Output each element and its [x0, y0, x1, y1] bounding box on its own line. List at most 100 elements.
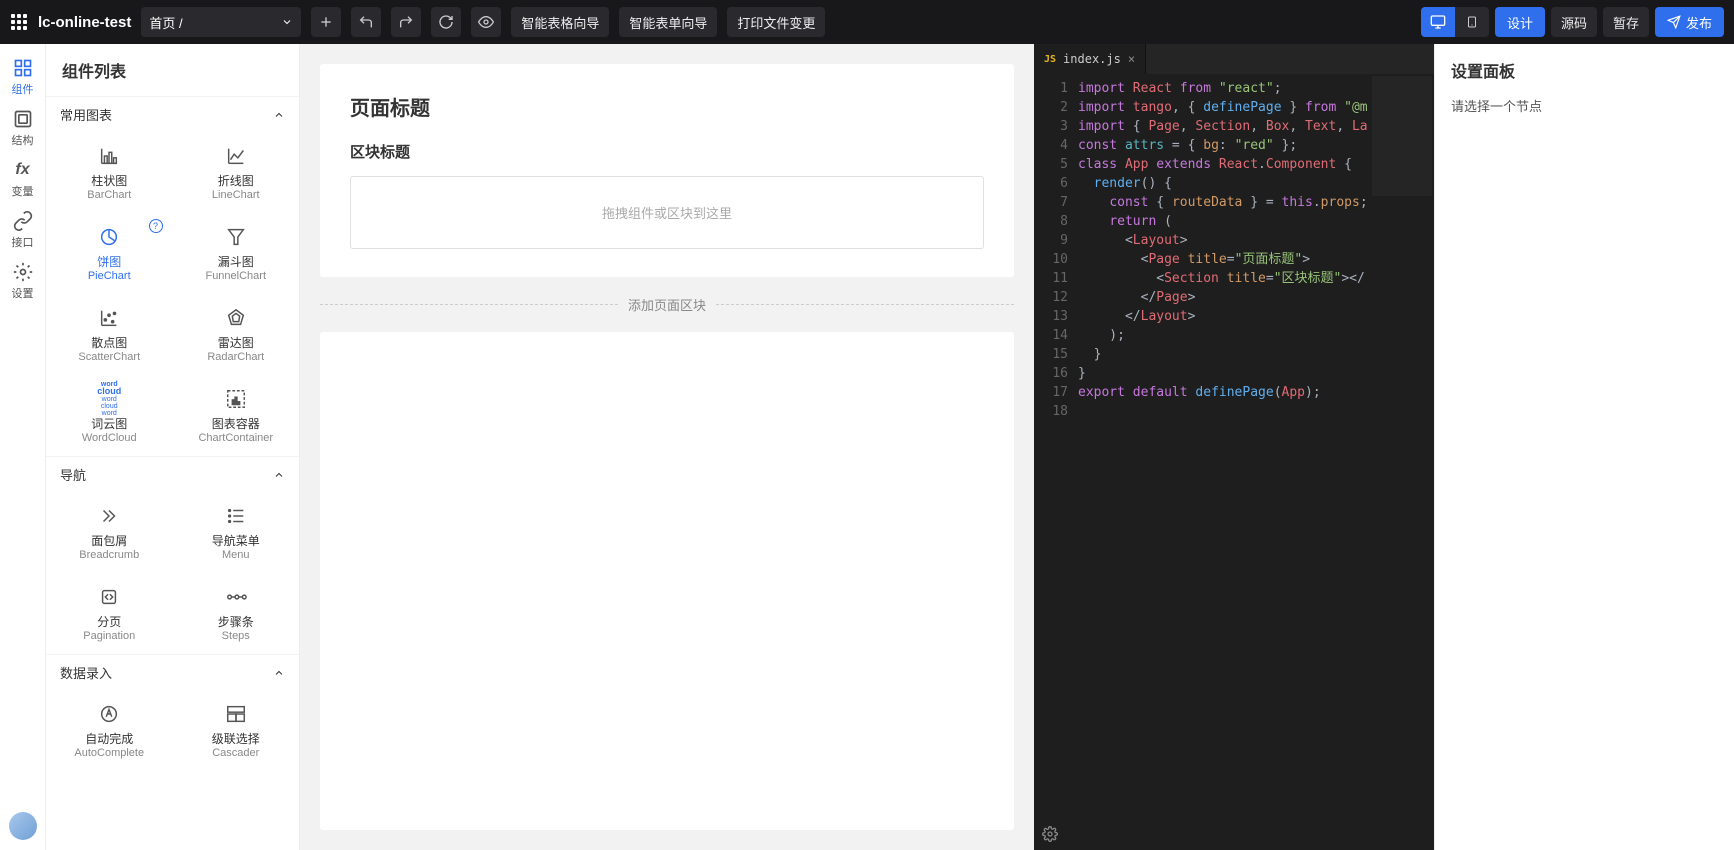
- add-button[interactable]: [311, 7, 341, 37]
- component-menu[interactable]: 导航菜单Menu: [173, 492, 300, 573]
- smart-table-wizard-button[interactable]: 智能表格向导: [511, 7, 609, 37]
- component-en-label: Steps: [222, 630, 250, 642]
- project-name: lc-online-test: [38, 14, 131, 31]
- component-cn-label: 饼图: [97, 253, 121, 270]
- publish-button[interactable]: 发布: [1655, 7, 1724, 37]
- autocomplete-icon: [95, 702, 123, 726]
- rail-item-settings[interactable]: 设置: [2, 256, 44, 307]
- rail-item-variables[interactable]: fx变量: [2, 154, 44, 205]
- user-avatar[interactable]: [9, 812, 37, 840]
- component-cn-label: 步骤条: [218, 613, 254, 630]
- component-en-label: FunnelChart: [205, 270, 266, 282]
- settings-icon: [13, 262, 33, 282]
- file-tab-index-js[interactable]: JS index.js ×: [1034, 44, 1146, 74]
- code-body[interactable]: 123456789101112131415161718 import React…: [1034, 74, 1434, 850]
- desktop-device-button[interactable]: [1421, 7, 1455, 37]
- component-cn-label: 图表容器: [212, 415, 260, 432]
- breadcrumb-select[interactable]: 首页 /: [141, 7, 301, 37]
- add-section-divider[interactable]: 添加页面区块: [320, 295, 1014, 314]
- section-title: 区块标题: [350, 141, 984, 162]
- components-icon: [13, 58, 33, 78]
- component-en-label: Pagination: [83, 630, 135, 642]
- component-en-label: ScatterChart: [78, 351, 140, 363]
- smart-form-wizard-button[interactable]: 智能表单向导: [619, 7, 717, 37]
- component-cn-label: 级联选择: [212, 730, 260, 747]
- scatter-icon: [95, 306, 123, 330]
- drop-zone[interactable]: 拖拽组件或区块到这里: [350, 176, 984, 249]
- chevron-up-icon: [273, 109, 285, 121]
- redo-button[interactable]: [391, 7, 421, 37]
- js-file-icon: JS: [1044, 54, 1056, 65]
- line-icon: [222, 144, 250, 168]
- component-en-label: AutoComplete: [74, 747, 144, 759]
- structure-icon: [13, 109, 33, 129]
- cascader-icon: [222, 702, 250, 726]
- undo-button[interactable]: [351, 7, 381, 37]
- group-name: 导航: [60, 465, 86, 484]
- component-linechart[interactable]: 折线图LineChart: [173, 132, 300, 213]
- rail-item-api[interactable]: 接口: [2, 205, 44, 256]
- group-name: 数据录入: [60, 663, 112, 682]
- file-tab-label: index.js: [1063, 52, 1121, 66]
- component-cn-label: 雷达图: [218, 334, 254, 351]
- group-name: 常用图表: [60, 105, 112, 124]
- add-section-label: 添加页面区块: [628, 295, 706, 314]
- canvas-empty-area[interactable]: [320, 332, 1014, 830]
- container-icon: [222, 387, 250, 411]
- component-cn-label: 导航菜单: [212, 532, 260, 549]
- group-header[interactable]: 常用图表: [46, 96, 299, 132]
- topbar: lc-online-test 首页 / 智能表格向导 智能表单向导 打印文件变更…: [0, 0, 1734, 44]
- rail-item-structure[interactable]: 结构: [2, 103, 44, 154]
- editor-settings-icon[interactable]: [1042, 826, 1058, 842]
- refresh-button[interactable]: [431, 7, 461, 37]
- radar-icon: [222, 306, 250, 330]
- chevron-up-icon: [273, 667, 285, 679]
- component-chartcontainer[interactable]: 图表容器ChartContainer: [173, 375, 300, 456]
- code-lines[interactable]: import React from "react";import tango, …: [1078, 74, 1368, 850]
- help-icon[interactable]: ?: [149, 219, 163, 233]
- component-barchart[interactable]: 柱状图BarChart: [46, 132, 173, 213]
- component-funnelchart[interactable]: 漏斗图FunnelChart: [173, 213, 300, 294]
- rail-item-components[interactable]: 组件: [2, 52, 44, 103]
- component-breadcrumb[interactable]: 面包屑Breadcrumb: [46, 492, 173, 573]
- close-icon[interactable]: ×: [1128, 52, 1135, 66]
- group-header[interactable]: 导航: [46, 456, 299, 492]
- component-wordcloud[interactable]: wordcloudword cloudword词云图WordCloud: [46, 375, 173, 456]
- rail-item-label: 设置: [12, 285, 34, 301]
- component-en-label: RadarChart: [207, 351, 264, 363]
- source-tab-button[interactable]: 源码: [1551, 7, 1597, 37]
- component-panel: 组件列表 常用图表柱状图BarChart折线图LineChart?饼图PieCh…: [46, 44, 300, 850]
- component-autocomplete[interactable]: 自动完成AutoComplete: [46, 690, 173, 771]
- publish-label: 发布: [1686, 13, 1712, 32]
- component-radarchart[interactable]: 雷达图RadarChart: [173, 294, 300, 375]
- component-en-label: Menu: [222, 549, 250, 561]
- editor-tab-bar: JS index.js ×: [1034, 44, 1434, 74]
- left-rail: 组件结构fx变量接口设置: [0, 44, 46, 850]
- component-cn-label: 分页: [97, 613, 121, 630]
- canvas-page[interactable]: 页面标题 区块标题 拖拽组件或区块到这里: [320, 64, 1014, 277]
- canvas-area[interactable]: 页面标题 区块标题 拖拽组件或区块到这里 添加页面区块: [300, 44, 1034, 850]
- wordcloud-icon: wordcloudword cloudword: [95, 387, 123, 411]
- component-scatterchart[interactable]: 散点图ScatterChart: [46, 294, 173, 375]
- chevron-up-icon: [273, 469, 285, 481]
- design-tab-button[interactable]: 设计: [1495, 7, 1545, 37]
- preview-button[interactable]: [471, 7, 501, 37]
- code-editor: JS index.js × 12345678910111213141516171…: [1034, 44, 1434, 850]
- variables-icon: fx: [13, 160, 33, 180]
- menu-icon: [222, 504, 250, 528]
- print-file-change-button[interactable]: 打印文件变更: [727, 7, 825, 37]
- component-cascader[interactable]: 级联选择Cascader: [173, 690, 300, 771]
- component-panel-title: 组件列表: [46, 44, 299, 96]
- component-cn-label: 折线图: [218, 172, 254, 189]
- draft-save-button[interactable]: 暂存: [1603, 7, 1649, 37]
- breadcrumb-label: 首页 /: [149, 13, 182, 32]
- component-cn-label: 散点图: [91, 334, 127, 351]
- steps-icon: [222, 585, 250, 609]
- component-pagination[interactable]: 分页Pagination: [46, 573, 173, 654]
- mobile-device-button[interactable]: [1455, 7, 1489, 37]
- component-steps[interactable]: 步骤条Steps: [173, 573, 300, 654]
- breadcrumb-icon: [95, 504, 123, 528]
- group-header[interactable]: 数据录入: [46, 654, 299, 690]
- apps-grid-icon[interactable]: [10, 13, 28, 31]
- component-piechart[interactable]: ?饼图PieChart: [46, 213, 173, 294]
